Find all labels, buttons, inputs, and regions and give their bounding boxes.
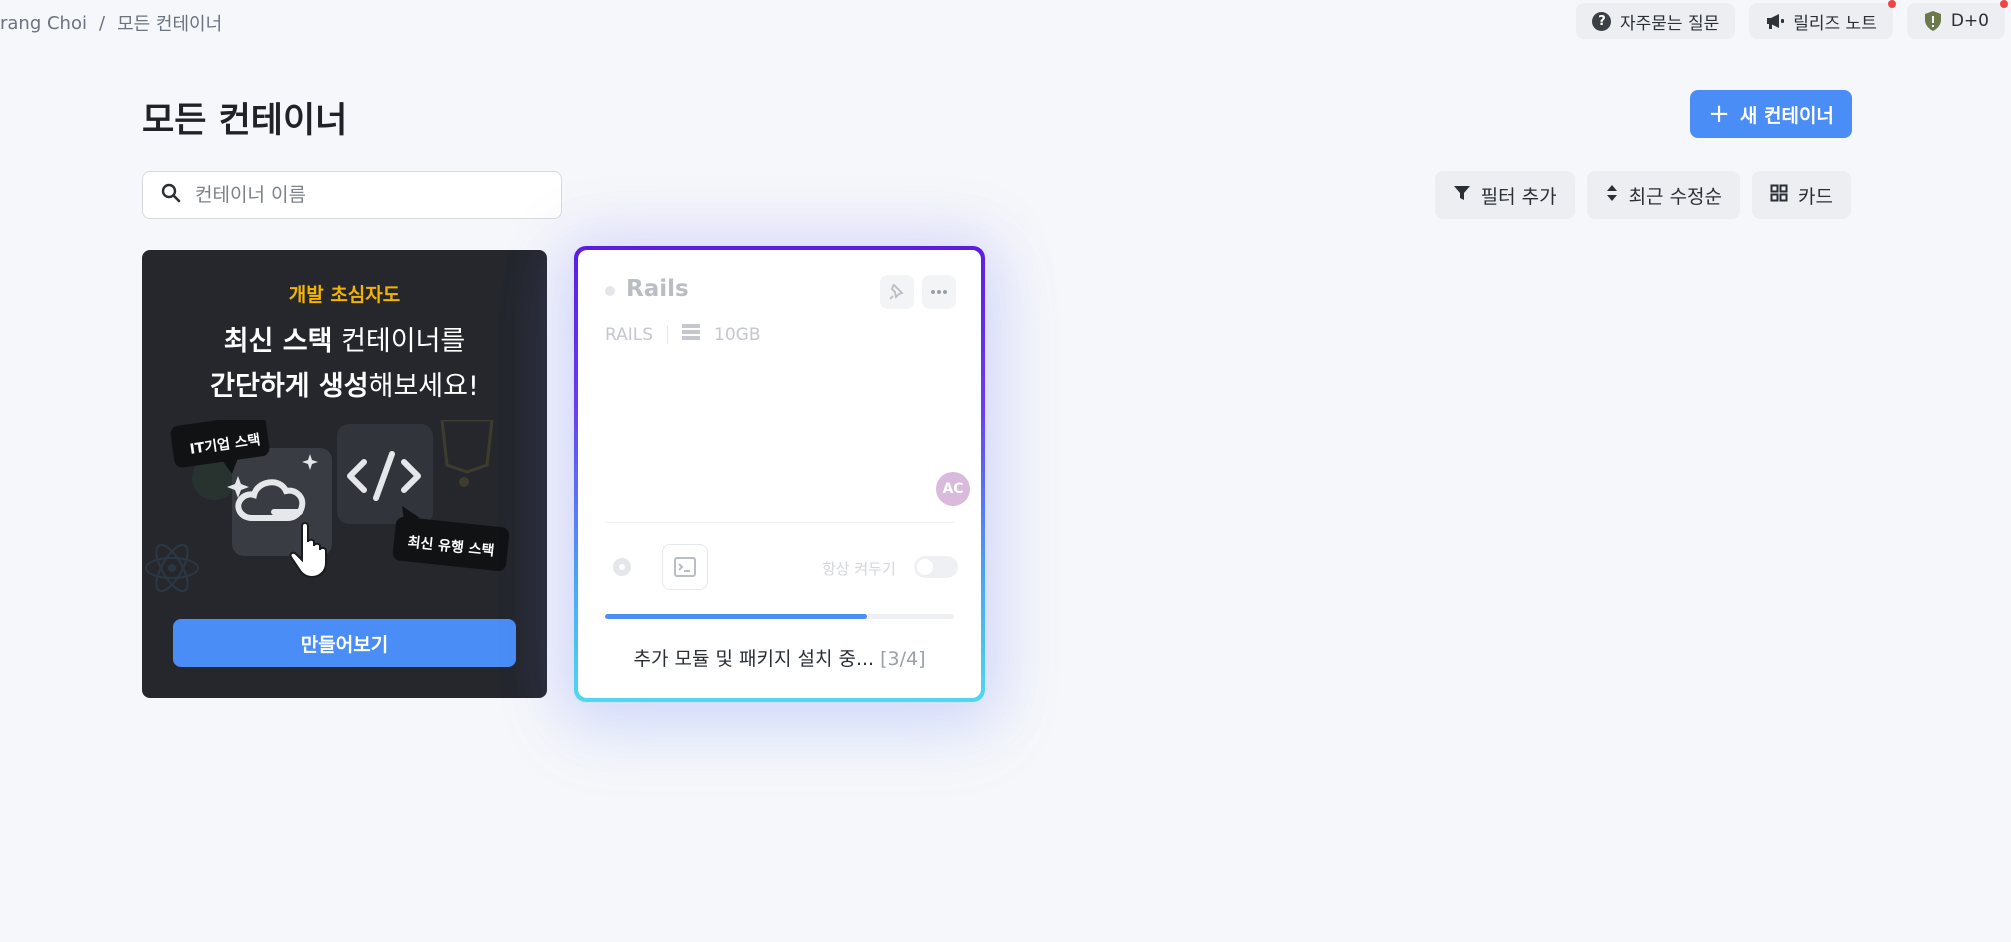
- promo-kicker: 개발 초심자도: [288, 284, 401, 306]
- container-stack: RAILS: [605, 324, 654, 345]
- new-container-label: 새 컨테이너: [1739, 104, 1834, 127]
- more-button[interactable]: [922, 275, 956, 309]
- terminal-button[interactable]: [662, 544, 708, 590]
- search-icon: [161, 183, 181, 207]
- plus-icon: +: [1708, 99, 1730, 129]
- filter-icon: [1453, 184, 1471, 207]
- view-toggle-button[interactable]: 카드: [1752, 171, 1851, 219]
- container-card[interactable]: Rails RAILS 10GB AC 항상 켜두기 추가 모듈 및 패키지 설…: [578, 250, 981, 698]
- promo-card: 개발 초심자도 최신 스택 컨테이너를 간단하게 생성해보세요! IT기업 스택…: [142, 250, 547, 698]
- react-icon: [145, 543, 199, 593]
- meta-divider: [667, 325, 669, 344]
- faq-button[interactable]: ? 자주묻는 질문: [1575, 3, 1736, 39]
- breadcrumb-user[interactable]: rang Choi: [0, 13, 87, 34]
- always-on-label: 항상 켜두기: [822, 560, 896, 578]
- more-icon: [931, 290, 947, 294]
- promo-headline-rest-1: 컨테이너를: [332, 326, 466, 357]
- filter-button[interactable]: 필터 추가: [1434, 171, 1575, 219]
- install-progress-status: 추가 모듈 및 패키지 설치 중... [3/4]: [578, 644, 981, 671]
- status-dot: [605, 286, 615, 296]
- release-notes-label: 릴리즈 노트: [1793, 13, 1877, 34]
- page-title: 모든 컨테이너: [142, 101, 348, 141]
- avatar: AC: [936, 472, 970, 506]
- release-notes-button[interactable]: 릴리즈 노트: [1749, 0, 1896, 39]
- progress-message: 추가 모듈 및 패키지 설치 중...: [633, 648, 875, 670]
- container-name: Rails: [626, 276, 689, 302]
- sort-button[interactable]: 최근 수정순: [1586, 171, 1741, 219]
- header-actions: ? 자주묻는 질문 릴리즈 노트 D+0: [1575, 0, 2008, 39]
- install-progress-bar: [605, 614, 954, 619]
- pin-button[interactable]: [880, 275, 914, 309]
- sort-icon: [1605, 183, 1619, 208]
- sort-label: 최근 수정순: [1628, 185, 1723, 208]
- run-button[interactable]: [605, 550, 639, 584]
- pin-icon: [889, 283, 904, 300]
- notification-dot: [2000, 0, 2008, 8]
- help-icon: ?: [1592, 11, 1612, 31]
- terminal-icon: [674, 557, 696, 577]
- storage-icon: [682, 324, 701, 345]
- view-label: 카드: [1798, 185, 1833, 208]
- new-container-button[interactable]: + 새 컨테이너: [1690, 90, 1852, 138]
- promo-headline-rest-2: 해보세요!: [368, 371, 479, 402]
- container-card-frame: Rails RAILS 10GB AC 항상 켜두기 추가 모듈 및 패키지 설…: [574, 246, 985, 702]
- breadcrumb: rang Choi / 모든 컨테이너: [0, 10, 222, 36]
- dday-button[interactable]: D+0: [1906, 0, 2008, 39]
- grid-icon: [1770, 184, 1788, 207]
- list-toolbar: 필터 추가 최근 수정순 카드: [1434, 171, 1851, 219]
- shield-icon: [1923, 11, 1943, 31]
- breadcrumb-separator: /: [98, 12, 106, 34]
- dday-label: D+0: [1950, 11, 1989, 31]
- faq-label: 자주묻는 질문: [1619, 13, 1720, 34]
- container-storage: 10GB: [714, 324, 761, 345]
- breadcrumb-current[interactable]: 모든 컨테이너: [117, 10, 222, 36]
- megaphone-icon: [1765, 11, 1785, 31]
- promo-headline: 최신 스택 컨테이너를 간단하게 생성해보세요!: [142, 319, 547, 409]
- promo-create-button[interactable]: 만들어보기: [173, 619, 516, 667]
- container-meta: RAILS 10GB: [605, 324, 761, 345]
- promo-headline-bold-2: 간단하게 생성: [210, 371, 369, 402]
- html5-icon: [440, 420, 494, 487]
- search-box: [142, 171, 562, 219]
- install-progress-fill: [605, 614, 867, 619]
- disc-icon: [613, 558, 631, 576]
- progress-step: [3/4]: [880, 648, 926, 670]
- promo-headline-bold-1: 최신 스택: [223, 326, 333, 357]
- filter-label: 필터 추가: [1480, 185, 1557, 208]
- search-input[interactable]: [195, 184, 535, 206]
- always-on-toggle[interactable]: [914, 556, 958, 578]
- card-divider: [605, 522, 954, 523]
- notification-dot: [1887, 0, 1896, 8]
